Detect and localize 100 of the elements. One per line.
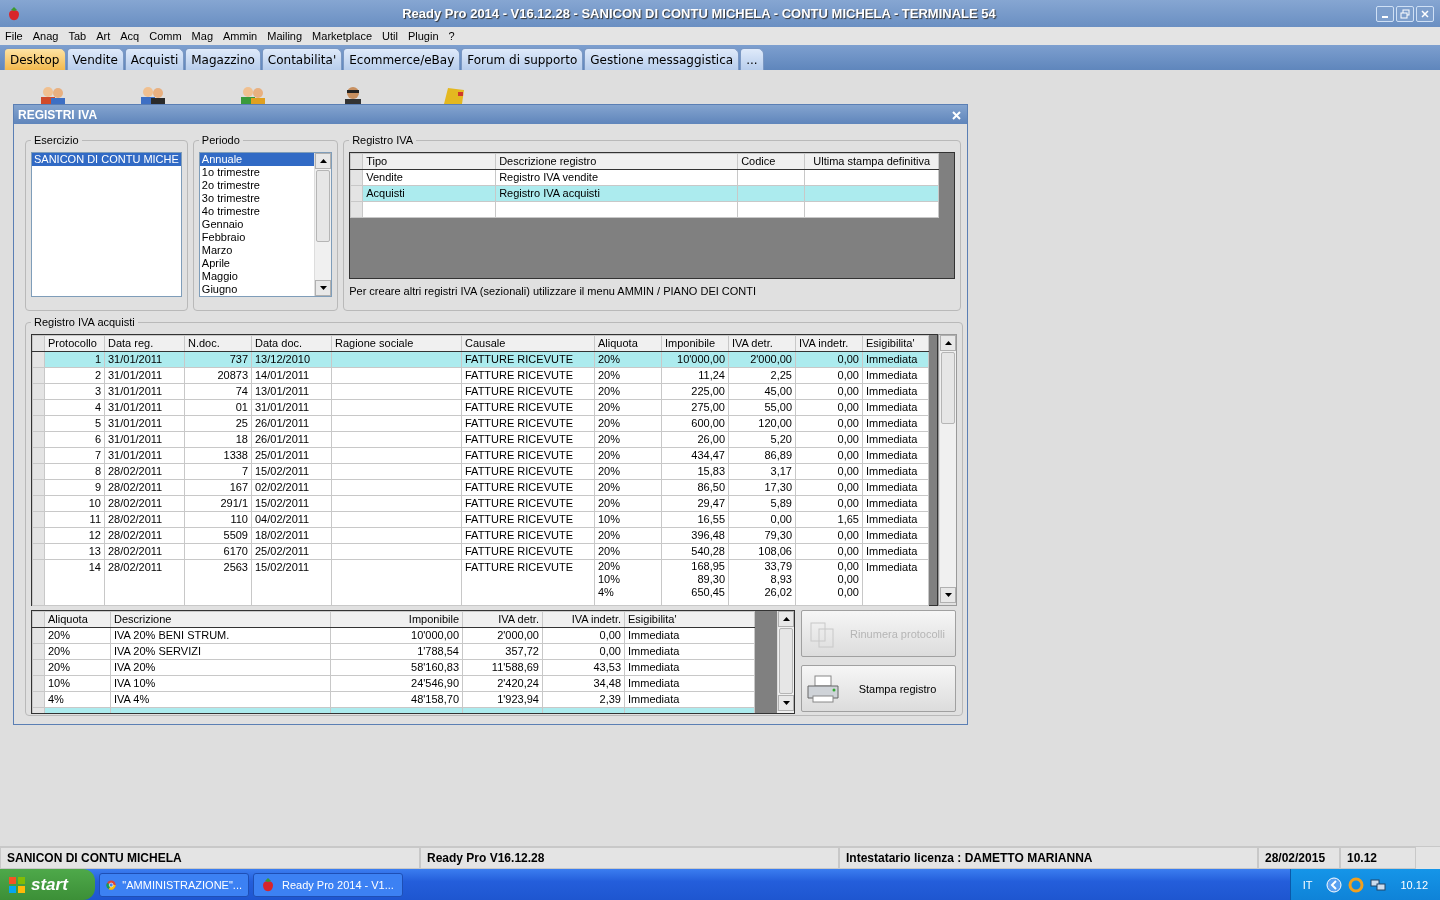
column-header[interactable]: IVA detr. bbox=[462, 611, 543, 628]
column-header[interactable]: Aliquota bbox=[594, 335, 662, 352]
table-cell: 225,00 bbox=[661, 383, 729, 400]
column-header[interactable]: Ragione sociale bbox=[331, 335, 462, 352]
table-cell: 31/01/2011 bbox=[251, 399, 332, 416]
column-header[interactable]: Protocollo bbox=[44, 335, 105, 352]
table-cell: FATTURE RICEVUTE bbox=[461, 511, 595, 528]
table-cell: 3,17 bbox=[728, 463, 796, 480]
menu-item[interactable]: Acq bbox=[115, 30, 145, 42]
table-cell: 6 bbox=[44, 431, 105, 448]
list-item[interactable]: Febbraio bbox=[199, 231, 315, 244]
list-item[interactable]: Marzo bbox=[199, 244, 315, 257]
list-item[interactable]: Annuale bbox=[199, 153, 315, 166]
column-header[interactable]: Aliquota bbox=[44, 611, 111, 628]
menu-item[interactable]: Util bbox=[377, 30, 403, 42]
tab[interactable]: Vendite bbox=[66, 48, 124, 70]
table-cell: 14 bbox=[44, 559, 105, 606]
table-cell: 0,00 bbox=[795, 383, 863, 400]
table-cell: 0,00 bbox=[795, 431, 863, 448]
column-header[interactable]: IVA indetr. bbox=[795, 335, 863, 352]
column-header[interactable]: Data doc. bbox=[251, 335, 332, 352]
table-cell: 0,00 bbox=[795, 495, 863, 512]
print-button[interactable]: Stampa registro bbox=[801, 665, 956, 712]
table-cell: 15/02/2011 bbox=[251, 559, 332, 606]
table-cell: 0,00 0,00 0,00 bbox=[795, 559, 863, 606]
list-item[interactable]: Giugno bbox=[199, 283, 315, 296]
list-box[interactable]: Annuale 1o trimestre 2o trimestre 3o trimestre 4o trimestre Gennaio Febbraio Marzo Aprile Maggio Giugno bbox=[198, 152, 333, 297]
column-header[interactable]: N.doc. bbox=[184, 335, 252, 352]
menu-item[interactable]: Art bbox=[91, 30, 116, 42]
table-cell: 5,89 bbox=[728, 495, 796, 512]
status-text: 10.12 bbox=[1340, 847, 1416, 869]
column-header[interactable]: IVA detr. bbox=[728, 335, 796, 352]
list-item[interactable]: 3o trimestre bbox=[199, 192, 315, 205]
list-item[interactable]: 1o trimestre bbox=[199, 166, 315, 179]
table-cell: 58'160,83 bbox=[330, 659, 463, 676]
taskbar-button[interactable]: "AMMINISTRAZIONE"... bbox=[99, 872, 249, 897]
table-cell: 20% 10% 4% bbox=[594, 559, 662, 606]
column-header[interactable]: Esigibilita' bbox=[624, 611, 755, 628]
menu-item[interactable]: File bbox=[0, 30, 28, 42]
column-header[interactable]: Descrizione registro bbox=[495, 153, 738, 170]
table-cell: FATTURE RICEVUTE bbox=[461, 495, 595, 512]
table-cell: Immediata bbox=[862, 559, 929, 606]
column-header[interactable]: Esigibilita' bbox=[862, 335, 929, 352]
column-header[interactable]: Imponibile bbox=[330, 611, 463, 628]
column-header[interactable]: IVA indetr. bbox=[542, 611, 625, 628]
table-cell: 0,00 bbox=[795, 415, 863, 432]
column-header[interactable]: Codice bbox=[737, 153, 805, 170]
list-item[interactable]: Maggio bbox=[199, 270, 315, 283]
column-header[interactable]: Data reg. bbox=[104, 335, 185, 352]
tab[interactable]: Contabilita' bbox=[261, 48, 343, 70]
list-item[interactable]: Aprile bbox=[199, 257, 315, 270]
list-item[interactable]: SANICON DI CONTU MICHE bbox=[32, 153, 181, 166]
table-cell: 25/01/2011 bbox=[251, 447, 332, 464]
list-item[interactable]: 2o trimestre bbox=[199, 179, 315, 192]
list-item[interactable]: Gennaio bbox=[199, 218, 315, 231]
table-cell: 2,39 bbox=[542, 691, 625, 708]
menu-item[interactable]: Plugin bbox=[402, 30, 444, 42]
menu-item[interactable]: Anag bbox=[27, 30, 64, 42]
menu-item[interactable]: Marketplace bbox=[307, 30, 378, 42]
tab[interactable]: ... bbox=[740, 48, 764, 70]
start-button[interactable]: start bbox=[0, 869, 95, 900]
tab[interactable]: Magazzino bbox=[185, 48, 261, 70]
menu-item[interactable]: Ammin bbox=[218, 30, 263, 42]
table-cell: 25/02/2011 bbox=[251, 543, 332, 560]
column-header[interactable]: Imponibile bbox=[661, 335, 729, 352]
table-cell: 28/02/2011 bbox=[104, 511, 185, 528]
column-header[interactable]: Descrizione bbox=[110, 611, 331, 628]
tab[interactable]: Acquisti bbox=[124, 48, 185, 70]
list-item[interactable]: 4o trimestre bbox=[199, 205, 315, 218]
table-cell: 0,00 bbox=[795, 367, 863, 384]
tab[interactable]: Ecommerce/eBay bbox=[343, 48, 461, 70]
table-cell: 108,06 bbox=[728, 543, 796, 560]
column-header[interactable]: Ultima stampa definitiva bbox=[804, 153, 939, 170]
menu-item[interactable]: ? bbox=[443, 30, 460, 42]
tab[interactable]: Gestione messaggistica bbox=[584, 48, 740, 70]
table-cell: 110 bbox=[184, 511, 252, 528]
hint-text: Per creare altri registri IVA (sezionali) utilizzare il menu AMMIN / PIANO DEI CONTI bbox=[349, 284, 758, 297]
table-cell: 11,24 bbox=[661, 367, 729, 384]
status-text: SANICON DI CONTU MICHELA bbox=[0, 847, 420, 869]
menu-item[interactable]: Tab bbox=[63, 30, 92, 42]
language-indicator[interactable]: IT bbox=[1302, 878, 1313, 891]
list-box[interactable]: SANICON DI CONTU MICHE bbox=[31, 152, 182, 297]
table-cell: 275,00 bbox=[661, 399, 729, 416]
group-label: Esercizio bbox=[33, 134, 80, 146]
menu-item[interactable]: Mag bbox=[186, 30, 218, 42]
menu-item[interactable]: Mailing bbox=[262, 30, 308, 42]
tab[interactable]: Forum di supporto bbox=[461, 48, 584, 70]
table-cell: 18 bbox=[184, 431, 252, 448]
table-cell: 04/02/2011 bbox=[251, 511, 332, 528]
tab[interactable]: Desktop bbox=[4, 48, 66, 70]
table-cell: 10 bbox=[44, 495, 105, 512]
menu-item[interactable]: Comm bbox=[144, 30, 187, 42]
column-header[interactable]: Tipo bbox=[362, 153, 496, 170]
table-cell: 20873 bbox=[184, 367, 252, 384]
table-cell: 8 bbox=[44, 463, 105, 480]
table-cell: 28/02/2011 bbox=[104, 463, 185, 480]
table-cell: 02/02/2011 bbox=[251, 479, 332, 496]
taskbar-button[interactable]: Ready Pro 2014 - V1... bbox=[253, 872, 403, 897]
table-cell: 74 bbox=[184, 383, 252, 400]
column-header[interactable]: Causale bbox=[461, 335, 595, 352]
